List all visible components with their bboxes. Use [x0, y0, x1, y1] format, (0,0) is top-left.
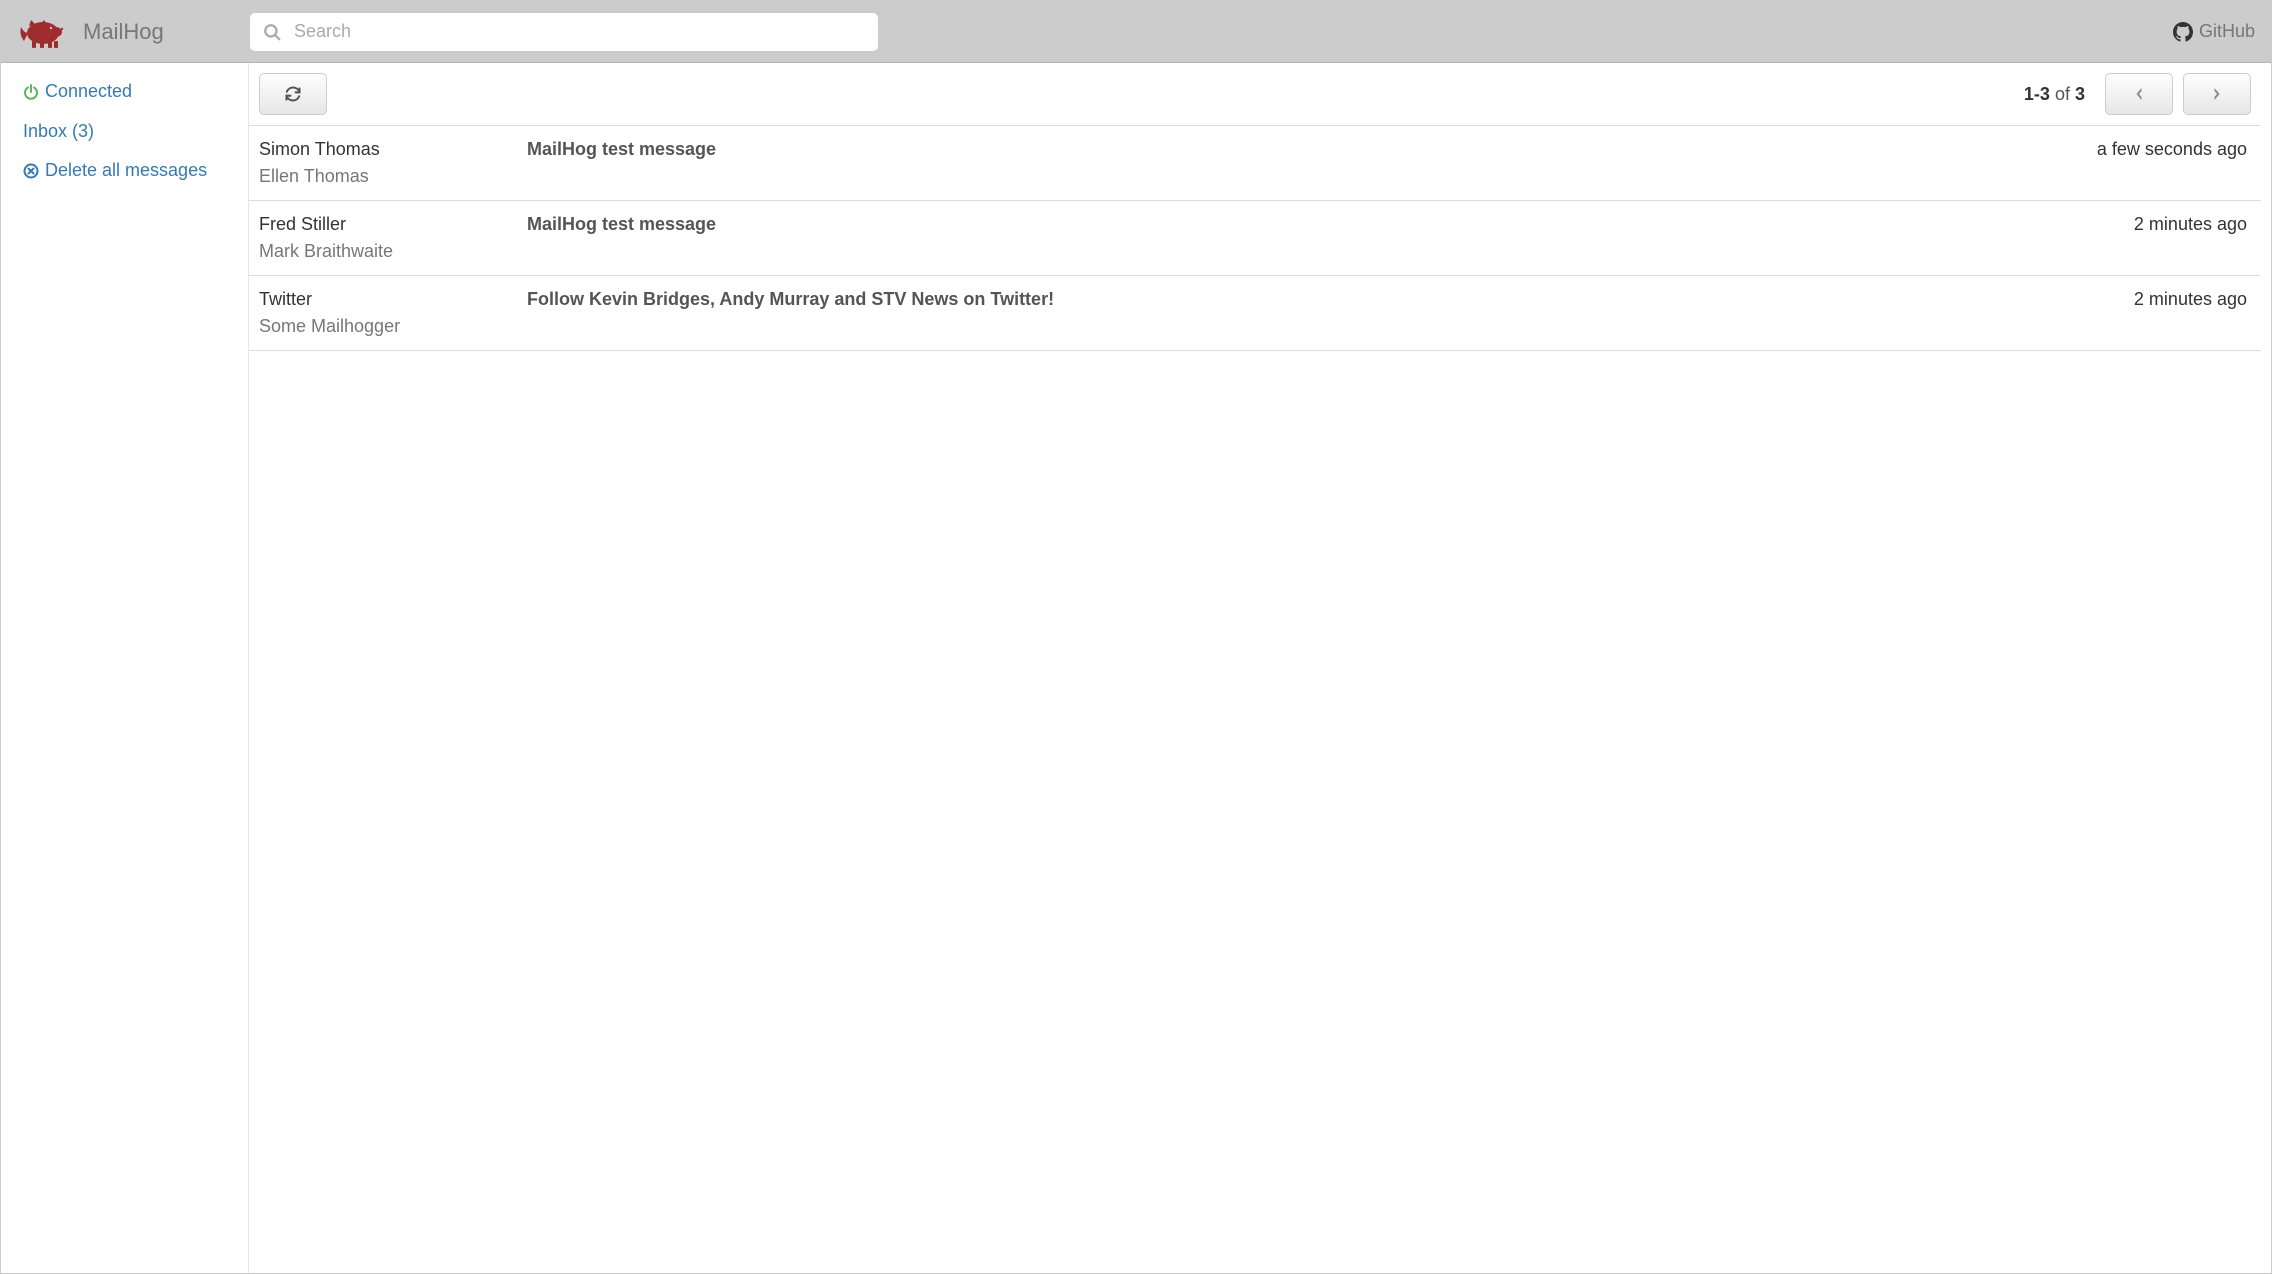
- message-to: Some Mailhogger: [259, 313, 527, 340]
- message-row[interactable]: Simon ThomasEllen ThomasMailHog test mes…: [249, 126, 2261, 201]
- message-to: Ellen Thomas: [259, 163, 527, 190]
- message-to: Mark Braithwaite: [259, 238, 527, 265]
- refresh-button[interactable]: [259, 73, 327, 115]
- github-link[interactable]: GitHub: [2173, 21, 2255, 42]
- top-navbar: MailHog GitHub: [1, 1, 2271, 63]
- app-title: MailHog: [83, 19, 164, 45]
- sidebar: Connected Inbox (3) Delete all messages: [1, 63, 249, 1273]
- message-from: Simon Thomas: [259, 136, 527, 163]
- search-icon: [263, 23, 281, 41]
- pager-range: 1-3: [2024, 84, 2050, 104]
- power-icon: [23, 84, 39, 100]
- sidebar-connected-label: Connected: [45, 81, 132, 103]
- toolbar: 1-3 of 3: [249, 63, 2261, 126]
- message-row[interactable]: TwitterSome MailhoggerFollow Kevin Bridg…: [249, 276, 2261, 351]
- pig-logo-icon: [17, 15, 67, 49]
- message-time: a few seconds ago: [2097, 136, 2247, 163]
- message-time: 2 minutes ago: [2134, 286, 2247, 313]
- message-subject: Follow Kevin Bridges, Andy Murray and ST…: [527, 286, 2134, 313]
- search-input[interactable]: [249, 12, 879, 52]
- search-wrap: [249, 12, 879, 52]
- pager-total: 3: [2075, 84, 2085, 104]
- pager-prev-button[interactable]: [2105, 73, 2173, 115]
- main-panel: 1-3 of 3 Simon ThomasEllen ThomasMailHog…: [249, 63, 2271, 1273]
- sidebar-inbox-label: Inbox (3): [23, 121, 94, 143]
- github-label: GitHub: [2199, 21, 2255, 42]
- pager-of: of: [2055, 84, 2070, 104]
- message-from: Fred Stiller: [259, 211, 527, 238]
- message-row[interactable]: Fred StillerMark BraithwaiteMailHog test…: [249, 201, 2261, 276]
- sidebar-delete-all[interactable]: Delete all messages: [23, 160, 234, 182]
- delete-icon: [23, 163, 39, 179]
- message-time: 2 minutes ago: [2134, 211, 2247, 238]
- brand[interactable]: MailHog: [17, 15, 249, 49]
- pager-next-button[interactable]: [2183, 73, 2251, 115]
- sidebar-inbox[interactable]: Inbox (3): [23, 121, 234, 143]
- refresh-icon: [284, 85, 302, 103]
- pager-info: 1-3 of 3: [2024, 84, 2085, 105]
- chevron-right-icon: [2210, 86, 2224, 102]
- message-from: Twitter: [259, 286, 527, 313]
- github-icon: [2173, 22, 2193, 42]
- message-subject: MailHog test message: [527, 211, 2134, 238]
- message-subject: MailHog test message: [527, 136, 2097, 163]
- message-list: Simon ThomasEllen ThomasMailHog test mes…: [249, 126, 2261, 351]
- chevron-left-icon: [2132, 86, 2146, 102]
- sidebar-connected[interactable]: Connected: [23, 81, 234, 103]
- sidebar-delete-all-label: Delete all messages: [45, 160, 207, 182]
